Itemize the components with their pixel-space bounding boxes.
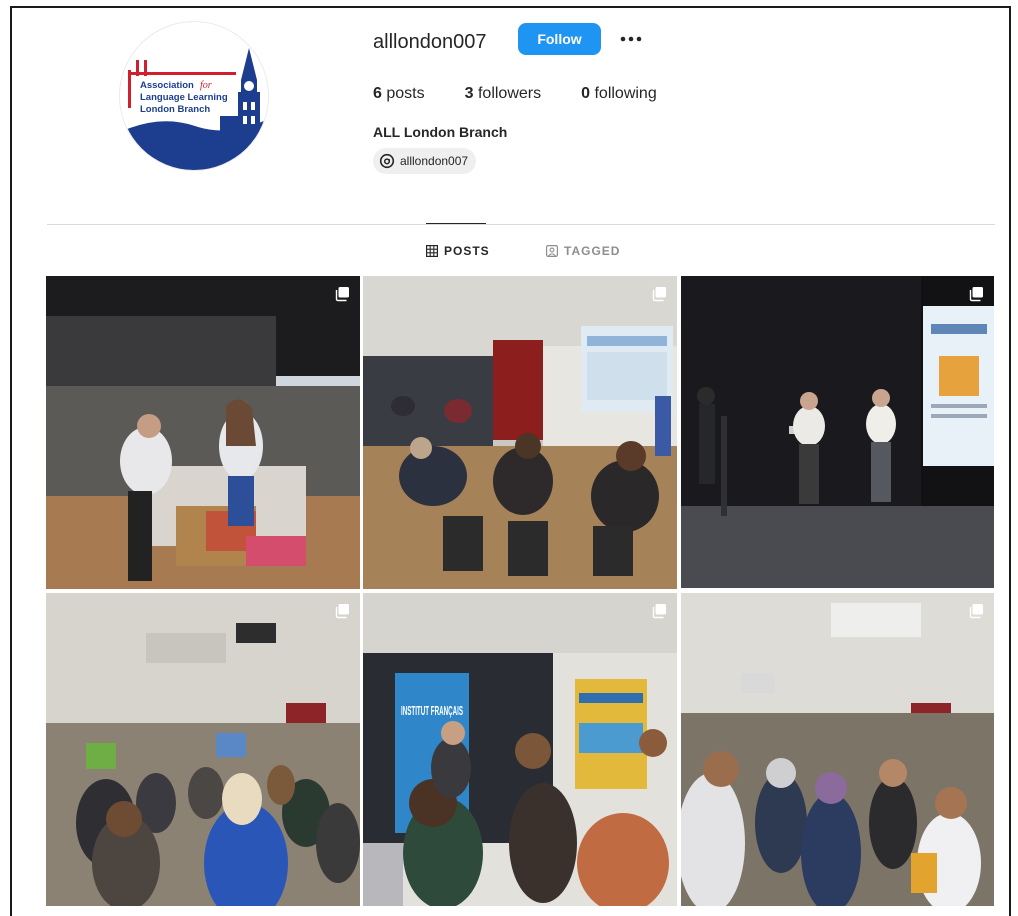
threads-handle: alllondon007 [400, 154, 469, 168]
following-stat-label: following [594, 85, 657, 102]
post-tile[interactable] [46, 276, 360, 589]
posts-stat[interactable]: 6 posts [373, 85, 425, 103]
profile-page: Association for Language Learning London… [10, 6, 1011, 916]
multiple-images-icon [969, 604, 983, 619]
tab-posts-label: POSTS [444, 244, 490, 258]
logo-for: for [200, 80, 212, 91]
multiple-images-icon [335, 287, 349, 302]
post-tile[interactable]: INSTITUT FRANÇAIS [363, 593, 677, 906]
grid-icon [426, 245, 438, 257]
multiple-images-icon [969, 287, 983, 302]
threads-icon [379, 153, 395, 169]
posts-count: 6 [373, 85, 382, 102]
followers-stat[interactable]: 3 followers [465, 85, 542, 103]
post-photo [46, 593, 360, 906]
active-tab-indicator [426, 223, 486, 224]
post-tile[interactable] [681, 276, 994, 588]
multiple-images-icon [335, 604, 349, 619]
more-icon [620, 36, 642, 42]
tab-tagged-label: TAGGED [564, 244, 621, 258]
post-tile[interactable] [681, 593, 994, 906]
post-photo [363, 276, 677, 589]
follow-button[interactable]: Follow [518, 23, 601, 55]
post-photo [681, 276, 994, 588]
posts-stat-label: posts [386, 85, 425, 102]
threads-link[interactable]: alllondon007 [373, 148, 477, 174]
post-photo [46, 276, 360, 589]
profile-username: alllondon007 [373, 31, 487, 53]
logo-line2: Language Learning [140, 92, 228, 103]
following-stat[interactable]: 0 following [581, 85, 657, 103]
profile-avatar[interactable]: Association for Language Learning London… [119, 21, 269, 171]
all-london-logo: Association for Language Learning London… [120, 22, 268, 170]
following-count: 0 [581, 85, 591, 102]
tabs-divider [47, 224, 995, 225]
institut-banner-text: INSTITUT FRANÇAIS [401, 703, 463, 718]
tab-tagged[interactable]: TAGGED [546, 244, 620, 258]
logo-line3: London Branch [140, 104, 210, 115]
post-tile[interactable] [46, 593, 360, 906]
more-options-button[interactable] [618, 28, 644, 50]
tagged-icon [546, 245, 558, 257]
tab-posts[interactable]: POSTS [426, 244, 490, 258]
logo-line1: Association [140, 80, 194, 91]
multiple-images-icon [652, 287, 666, 302]
followers-stat-label: followers [477, 85, 542, 102]
profile-stats: 6 posts 3 followers 0 following [373, 85, 697, 103]
followers-count: 3 [464, 85, 474, 102]
profile-full-name: ALL London Branch [373, 124, 508, 140]
post-photo [681, 593, 994, 906]
post-photo: INSTITUT FRANÇAIS [363, 593, 677, 906]
multiple-images-icon [652, 604, 666, 619]
post-tile[interactable] [363, 276, 677, 589]
